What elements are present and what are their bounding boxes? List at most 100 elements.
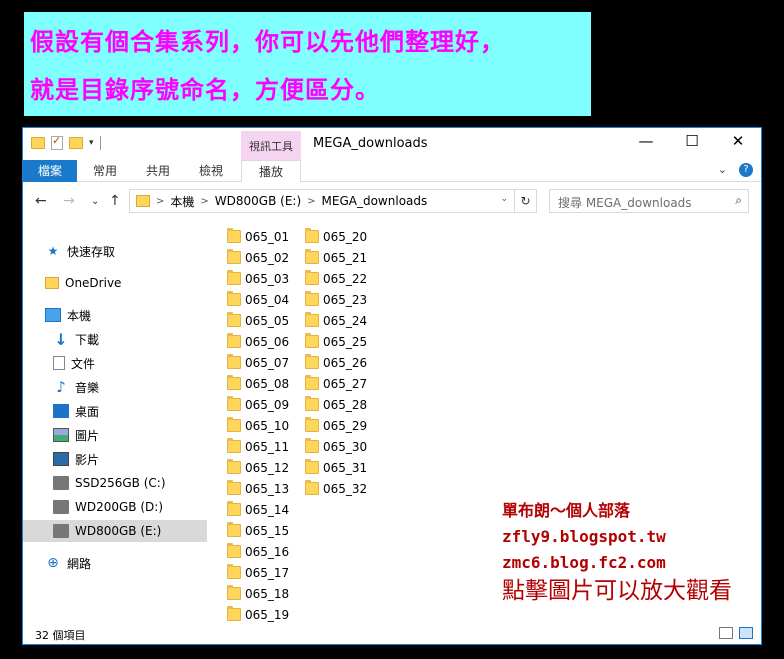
folder-item[interactable]: 065_13 (227, 478, 303, 499)
folder-name: 065_30 (323, 439, 368, 454)
drive-icon (53, 524, 69, 538)
address-dropdown-icon[interactable]: ⌄ (500, 194, 508, 204)
details-view-icon[interactable] (719, 627, 733, 639)
sidebar-item[interactable]: SSD256GB (C:) (23, 472, 207, 494)
breadcrumb-this-pc[interactable]: 本機 (170, 193, 194, 210)
drive-icon (53, 500, 69, 514)
folder-item[interactable]: 065_30 (305, 436, 381, 457)
folder-name: 065_02 (245, 250, 290, 265)
blog-watermark: 單布朗～個人部落 zfly9.blogspot.tw zmc6.blog.fc2… (502, 498, 732, 606)
sidebar-item[interactable]: ↓ 下載 (23, 328, 207, 350)
folder-name: 065_14 (245, 502, 290, 517)
folder-item[interactable]: 065_31 (305, 457, 381, 478)
chevron-right-icon[interactable]: > (156, 196, 164, 207)
new-folder-icon[interactable] (69, 137, 83, 149)
minimize-button[interactable]: — (623, 132, 669, 150)
folder-name: 065_12 (245, 460, 290, 475)
folder-name: 065_04 (245, 292, 290, 307)
sidebar-item[interactable]: 桌面 (23, 400, 207, 422)
folder-item[interactable]: 065_18 (227, 583, 303, 604)
folder-item[interactable]: 065_03 (227, 268, 303, 289)
folder-item[interactable]: 065_09 (227, 394, 303, 415)
chevron-right-icon[interactable]: > (307, 196, 315, 207)
sidebar-item[interactable]: 本機 (23, 304, 207, 326)
folder-item[interactable]: 065_25 (305, 331, 381, 352)
folder-item[interactable]: 065_14 (227, 499, 303, 520)
folder-item[interactable]: 065_23 (305, 289, 381, 310)
folder-icon (305, 354, 319, 369)
folder-item[interactable]: 065_10 (227, 415, 303, 436)
search-placeholder: 搜尋 MEGA_downloads (558, 196, 692, 210)
properties-icon[interactable] (51, 134, 63, 150)
folder-item[interactable]: 065_07 (227, 352, 303, 373)
customize-toolbar-icon[interactable]: ▾ (89, 138, 94, 148)
sidebar-item-label: WD800GB (E:) (75, 524, 162, 538)
folder-item[interactable]: 065_24 (305, 310, 381, 331)
sidebar-item[interactable]: ⊕ 網路 (23, 552, 207, 574)
folder-item[interactable]: 065_17 (227, 562, 303, 583)
folder-item[interactable]: 065_28 (305, 394, 381, 415)
expand-ribbon-icon[interactable]: ⌄ (718, 163, 727, 177)
refresh-button[interactable]: ↻ (514, 190, 536, 212)
folder-item[interactable]: 065_06 (227, 331, 303, 352)
folder-name: 065_09 (245, 397, 290, 412)
sidebar-item-label: 圖片 (75, 428, 100, 443)
tab-view[interactable]: 檢視 (199, 160, 223, 182)
sidebar-item-label: 桌面 (75, 404, 100, 419)
maximize-button[interactable]: ☐ (669, 132, 715, 150)
folder-item[interactable]: 065_27 (305, 373, 381, 394)
sidebar-item[interactable]: WD200GB (D:) (23, 496, 207, 518)
star-icon: ★ (47, 244, 59, 258)
folder-name: 065_08 (245, 376, 290, 391)
tab-play[interactable]: 播放 (241, 160, 301, 182)
sidebar-item[interactable]: ♪ 音樂 (23, 376, 207, 398)
folder-item[interactable]: 065_29 (305, 415, 381, 436)
breadcrumb-folder[interactable]: MEGA_downloads (322, 194, 428, 208)
sidebar-item[interactable]: 圖片 (23, 424, 207, 446)
folder-name: 065_11 (245, 439, 290, 454)
folder-item[interactable]: 065_22 (305, 268, 381, 289)
tab-file[interactable]: 檔案 (23, 160, 77, 182)
folder-item[interactable]: 065_01 (227, 226, 303, 247)
folder-item[interactable]: 065_26 (305, 352, 381, 373)
sidebar-item[interactable]: 文件 (23, 352, 207, 374)
tab-home[interactable]: 常用 (93, 160, 117, 182)
folder-name: 065_16 (245, 544, 290, 559)
up-button[interactable]: ↑ (109, 193, 121, 209)
sidebar-item[interactable]: ★ 快速存取 (23, 240, 207, 262)
folder-item[interactable]: 065_16 (227, 541, 303, 562)
folder-item[interactable]: 065_19 (227, 604, 303, 625)
folder-item[interactable]: 065_08 (227, 373, 303, 394)
sidebar-item[interactable]: 影片 (23, 448, 207, 470)
folder-item[interactable]: 065_32 (305, 478, 381, 499)
chevron-right-icon[interactable]: > (200, 196, 208, 207)
folder-icon[interactable] (31, 137, 45, 149)
tab-share[interactable]: 共用 (146, 160, 170, 182)
folder-icon (305, 270, 319, 285)
forward-button[interactable]: → (63, 193, 75, 209)
folder-item[interactable]: 065_05 (227, 310, 303, 331)
folder-item[interactable]: 065_04 (227, 289, 303, 310)
folder-item[interactable]: 065_21 (305, 247, 381, 268)
folder-name: 065_15 (245, 523, 290, 538)
folder-item[interactable]: 065_12 (227, 457, 303, 478)
breadcrumb-drive[interactable]: WD800GB (E:) (215, 194, 301, 208)
folder-item[interactable]: 065_11 (227, 436, 303, 457)
sidebar-item[interactable]: OneDrive (23, 272, 207, 294)
folder-icon (305, 312, 319, 327)
help-icon[interactable]: ? (739, 163, 753, 177)
folder-name: 065_17 (245, 565, 290, 580)
large-icons-view-icon[interactable] (739, 627, 753, 639)
sidebar-item[interactable]: WD800GB (E:) (23, 520, 207, 542)
close-button[interactable]: ✕ (715, 132, 761, 150)
address-bar[interactable]: > 本機 > WD800GB (E:) > MEGA_downloads ⌄ ↻ (129, 189, 537, 213)
search-input[interactable]: 搜尋 MEGA_downloads ⌕ (549, 189, 749, 213)
folder-item[interactable]: 065_15 (227, 520, 303, 541)
folder-item[interactable]: 065_02 (227, 247, 303, 268)
network-icon: ⊕ (47, 555, 59, 571)
back-button[interactable]: ← (35, 193, 47, 209)
folder-icon (305, 480, 319, 495)
folder-name: 065_07 (245, 355, 290, 370)
recent-locations-icon[interactable]: ⌄ (91, 196, 99, 207)
folder-item[interactable]: 065_20 (305, 226, 381, 247)
